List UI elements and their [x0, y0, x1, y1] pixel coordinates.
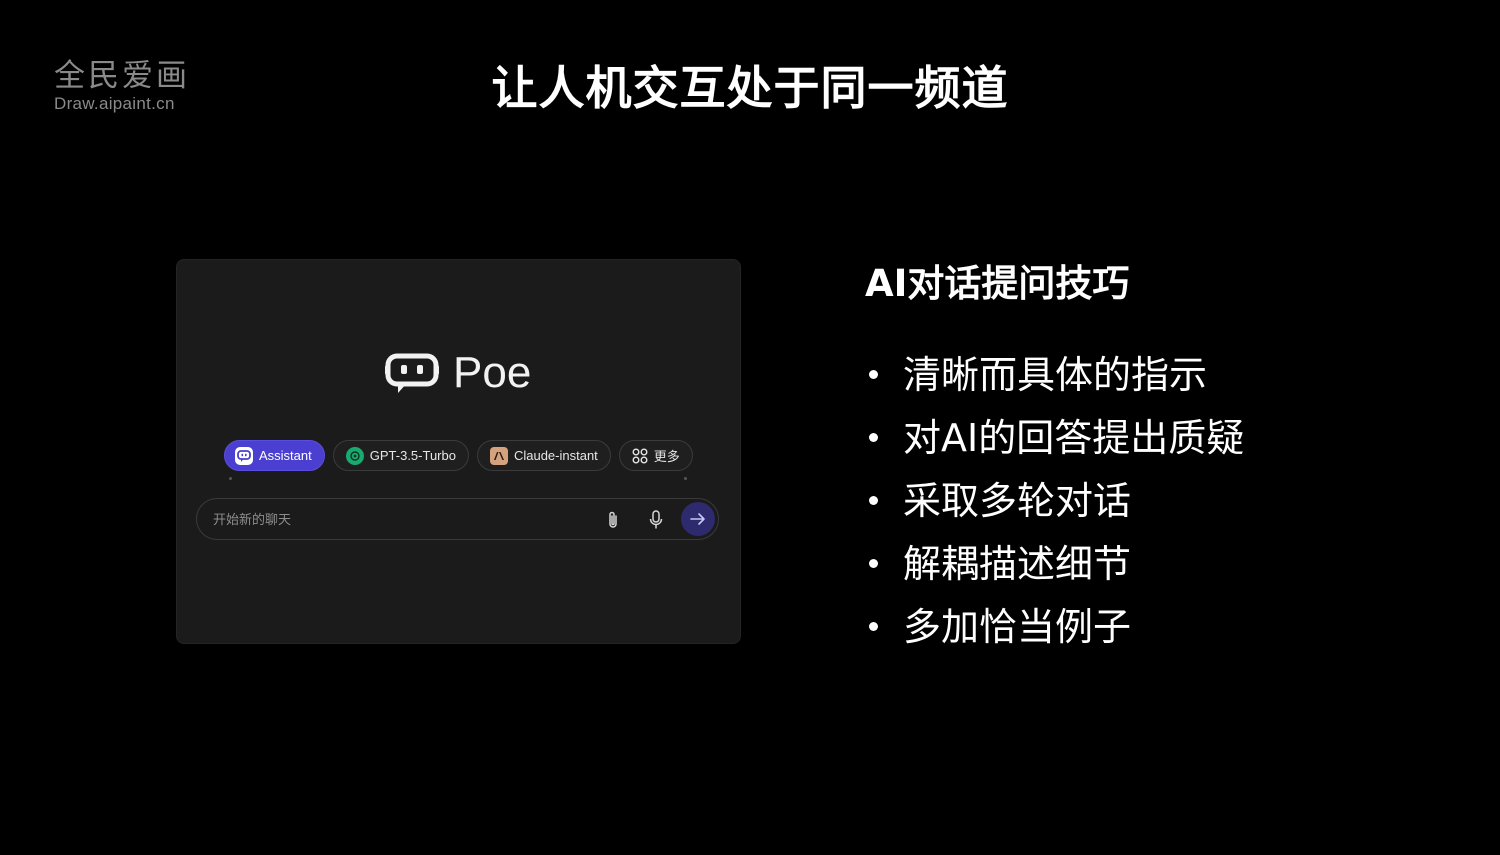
- tip-item: 对AI的回答提出质疑: [865, 406, 1244, 469]
- poe-screenshot-panel: Poe Assistant GPT-3.5-Turbo Claude-insta…: [176, 259, 741, 644]
- bullet-dot: [869, 559, 878, 568]
- openai-icon: [345, 446, 364, 465]
- anthropic-icon: [489, 446, 508, 465]
- microphone-icon[interactable]: [646, 509, 666, 531]
- bot-chip-gpt[interactable]: GPT-3.5-Turbo: [332, 440, 469, 471]
- tips-list: 清晰而具体的指示 对AI的回答提出质疑 采取多轮对话 解耦描述细节 多加恰当例子: [865, 343, 1244, 658]
- bot-chip-label: Claude-instant: [513, 448, 598, 463]
- poe-logo: Poe: [385, 348, 531, 398]
- bot-chip-claude[interactable]: Claude-instant: [476, 440, 611, 471]
- scroll-indicator-right: [684, 477, 687, 480]
- bot-chip-more[interactable]: 更多: [618, 440, 693, 471]
- tip-item: 多加恰当例子: [865, 595, 1244, 658]
- tip-text: 对AI的回答提出质疑: [903, 415, 1245, 460]
- bot-chip-label: 更多: [653, 449, 680, 464]
- poe-robot-icon: [385, 352, 439, 394]
- chat-input[interactable]: [211, 499, 595, 541]
- send-button[interactable]: [681, 502, 715, 536]
- bullet-dot: [869, 433, 878, 442]
- arrow-right-icon: [690, 513, 705, 525]
- tip-text: 多加恰当例子: [903, 604, 1132, 649]
- chat-input-bar: [196, 498, 719, 541]
- poe-brand: Poe: [453, 348, 532, 397]
- bot-chip-label: GPT-3.5-Turbo: [369, 448, 456, 463]
- tip-text: 解耦描述细节: [903, 541, 1132, 586]
- bullet-dot: [869, 496, 878, 505]
- tip-text: 采取多轮对话: [903, 478, 1132, 523]
- grid-more-icon: [632, 448, 648, 464]
- bullet-dot: [869, 370, 878, 379]
- bot-chip-label: Assistant: [259, 448, 312, 463]
- tip-item: 解耦描述细节: [865, 532, 1244, 595]
- assistant-icon: [235, 446, 253, 465]
- bullet-dot: [869, 622, 878, 631]
- bot-chip-assistant[interactable]: Assistant: [224, 440, 325, 471]
- tip-text: 清晰而具体的指示: [903, 352, 1208, 397]
- paperclip-icon[interactable]: [603, 509, 623, 531]
- tips-heading: AI对话提问技巧: [865, 262, 1130, 305]
- bot-selector: Assistant GPT-3.5-Turbo Claude-instant 更…: [224, 440, 693, 471]
- scroll-indicator-left: [229, 477, 232, 480]
- slide-title: 让人机交互处于同一频道: [491, 61, 1009, 115]
- tip-item: 清晰而具体的指示: [865, 343, 1244, 406]
- tip-item: 采取多轮对话: [865, 469, 1244, 532]
